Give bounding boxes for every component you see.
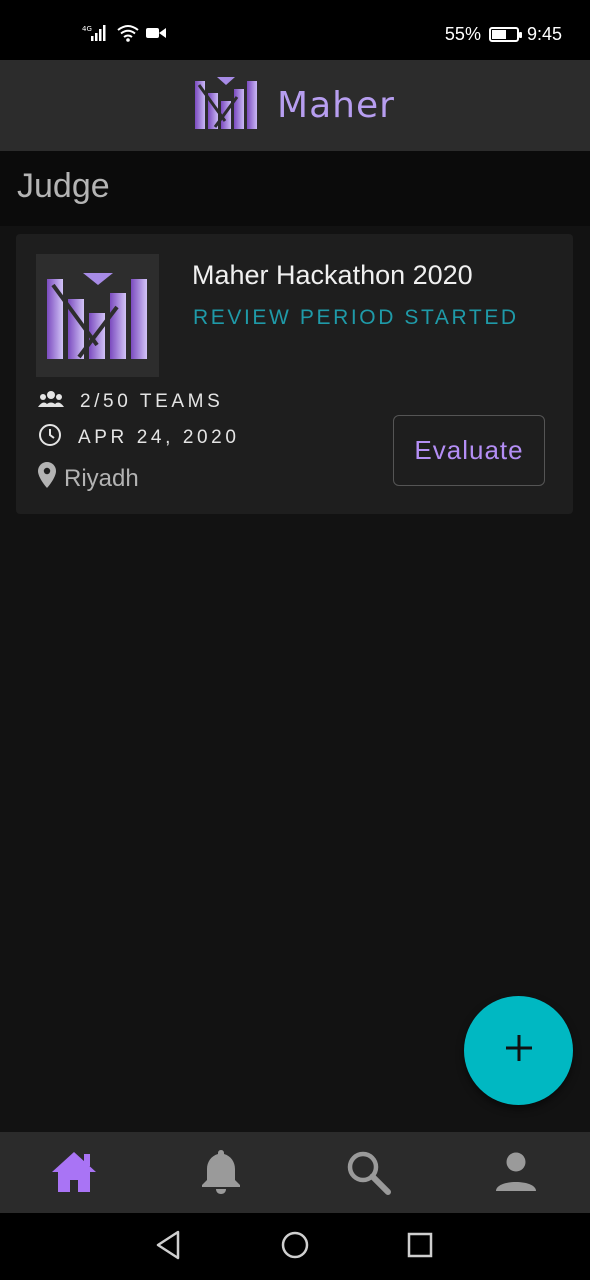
clock: 9:45 xyxy=(526,24,562,44)
nav-search[interactable] xyxy=(344,1150,392,1198)
nav-home[interactable] xyxy=(50,1150,98,1198)
back-icon xyxy=(154,1230,182,1265)
nav-profile[interactable] xyxy=(492,1150,540,1198)
teams-row: 2/50 TEAMS xyxy=(38,390,223,414)
home-system-button[interactable] xyxy=(279,1231,311,1263)
group-icon xyxy=(38,390,64,414)
event-card[interactable]: Maher Hackathon 2020 REVIEW PERIOD START… xyxy=(16,234,573,514)
video-camera-icon xyxy=(146,26,166,45)
maher-logo-icon xyxy=(195,77,258,134)
wifi-icon xyxy=(116,24,140,47)
status-right: 55% 9:45 xyxy=(445,24,562,45)
recents-icon xyxy=(406,1231,434,1264)
bell-icon xyxy=(200,1148,242,1201)
person-icon xyxy=(495,1151,537,1198)
location-row: Riyadh xyxy=(38,462,139,495)
maher-logo-icon xyxy=(46,272,147,359)
battery-icon xyxy=(488,27,522,42)
page-title: Judge xyxy=(17,167,110,205)
location-pin-icon xyxy=(38,462,56,495)
search-icon xyxy=(345,1149,391,1200)
event-thumbnail xyxy=(36,254,159,377)
signal-icon: 4G xyxy=(82,24,110,47)
recents-button[interactable] xyxy=(404,1231,436,1263)
date-row: APR 24, 2020 xyxy=(38,423,240,453)
add-button[interactable] xyxy=(464,996,573,1105)
system-navigation xyxy=(0,1213,590,1280)
evaluate-button[interactable]: Evaluate xyxy=(393,415,545,486)
page-header: Judge xyxy=(0,151,590,226)
battery-percent: 55% xyxy=(444,24,481,44)
app-title: Maher xyxy=(277,85,395,126)
bottom-navigation xyxy=(0,1132,590,1213)
event-title: Maher Hackathon 2020 xyxy=(192,260,473,290)
clock-icon xyxy=(38,423,62,453)
home-icon xyxy=(50,1150,98,1199)
network-label: 4G xyxy=(82,25,92,33)
nav-notifications[interactable] xyxy=(197,1148,245,1201)
event-location: Riyadh xyxy=(64,464,139,492)
status-icons: 4G xyxy=(82,24,166,47)
status-bar: 4G 55% 9:45 xyxy=(0,0,590,60)
teams-count: 2/50 TEAMS xyxy=(80,391,224,412)
event-date: APR 24, 2020 xyxy=(78,427,240,448)
home-circle-icon xyxy=(280,1230,310,1265)
plus-icon xyxy=(504,1033,534,1068)
event-status: REVIEW PERIOD STARTED xyxy=(193,306,519,329)
back-button[interactable] xyxy=(152,1230,184,1265)
app-bar: Maher xyxy=(0,60,590,151)
